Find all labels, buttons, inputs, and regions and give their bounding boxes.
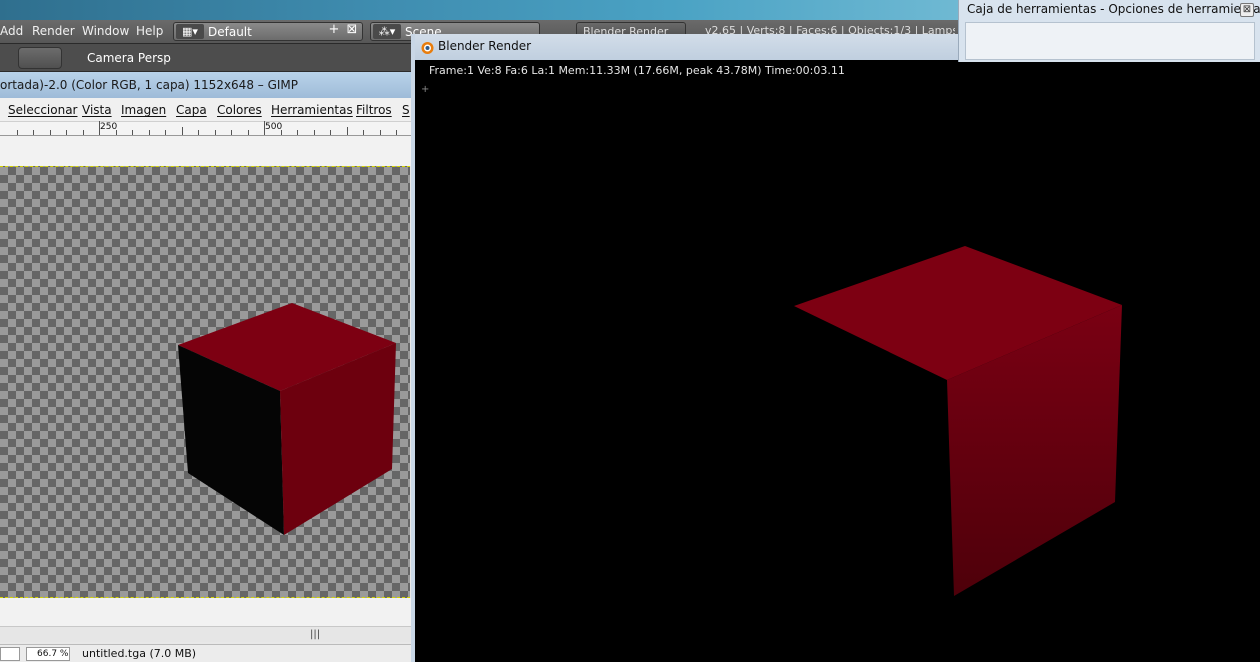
menu-colores[interactable]: Colores bbox=[217, 103, 262, 117]
menu-render[interactable]: Render bbox=[32, 24, 75, 38]
add-icon[interactable]: + bbox=[326, 22, 342, 37]
layout-name: Default bbox=[208, 25, 252, 39]
layout-icon: ▦▾ bbox=[176, 24, 204, 39]
rendered-cube bbox=[794, 246, 1122, 596]
grip-icon[interactable] bbox=[18, 47, 62, 69]
blender-render-window: Blender Render Frame:1 Ve:8 Fa:6 La:1 Me… bbox=[411, 34, 1260, 662]
horizontal-scrollbar[interactable]: ||| bbox=[0, 626, 412, 642]
desktop: Add Render Window Help ▦▾ Default + ⊠ ⁂▾… bbox=[0, 0, 1260, 662]
close-icon[interactable]: ⊠ bbox=[344, 22, 360, 37]
toolbox-title[interactable]: Caja de herramientas - Opciones de herra… bbox=[967, 2, 1260, 16]
gimp-statusbar: 66.7 % untitled.tga (7.0 MB) bbox=[0, 644, 412, 662]
blender-logo-icon bbox=[421, 42, 434, 54]
ruler-label-250: 250 bbox=[100, 122, 118, 132]
cube-image bbox=[178, 303, 396, 535]
canvas-padding-top bbox=[0, 136, 412, 166]
menu-capa[interactable]: Capa bbox=[176, 103, 207, 117]
menu-vista[interactable]: Vista bbox=[82, 103, 112, 117]
scroll-grip-icon[interactable]: ||| bbox=[310, 629, 320, 640]
render-result-area[interactable]: Frame:1 Ve:8 Fa:6 La:1 Mem:11.33M (17.66… bbox=[415, 60, 1260, 662]
gimp-toolbox-window: Caja de herramientas - Opciones de herra… bbox=[958, 0, 1260, 62]
menu-filtros[interactable]: Filtros bbox=[356, 103, 392, 117]
menu-window[interactable]: Window bbox=[82, 24, 129, 38]
menu-seleccionar[interactable]: Seleccionar bbox=[8, 103, 77, 117]
gimp-window: ortada)-2.0 (Color RGB, 1 capa) 1152x648… bbox=[0, 72, 412, 662]
zoom-field[interactable]: 66.7 % bbox=[26, 647, 70, 661]
gimp-title-bar[interactable]: ortada)-2.0 (Color RGB, 1 capa) 1152x648… bbox=[0, 72, 412, 98]
canvas-padding-bottom bbox=[0, 598, 412, 626]
menu-add[interactable]: Add bbox=[0, 24, 23, 38]
menu-help[interactable]: Help bbox=[136, 24, 163, 38]
file-status: untitled.tga (7.0 MB) bbox=[82, 647, 197, 660]
unit-dropdown[interactable] bbox=[0, 647, 20, 661]
view-label: Camera Persp bbox=[87, 51, 171, 65]
scene-icon: ⁂▾ bbox=[373, 24, 401, 39]
render-window-title: Blender Render bbox=[438, 39, 532, 53]
image-canvas[interactable] bbox=[0, 166, 410, 598]
ruler-label-500: 500 bbox=[265, 122, 283, 132]
toolbox-body bbox=[965, 22, 1255, 60]
gimp-menubar: Seleccionar Vista Imagen Capa Colores He… bbox=[0, 98, 412, 122]
desktop-background bbox=[0, 0, 960, 20]
close-icon[interactable]: ⊠ bbox=[1240, 3, 1254, 17]
menu-more[interactable]: S bbox=[402, 103, 410, 117]
view3d-header: Camera Persp bbox=[0, 44, 412, 72]
menu-imagen[interactable]: Imagen bbox=[121, 103, 166, 117]
menu-herramientas[interactable]: Herramientas bbox=[271, 103, 353, 117]
horizontal-ruler: 250 500 bbox=[0, 121, 412, 136]
